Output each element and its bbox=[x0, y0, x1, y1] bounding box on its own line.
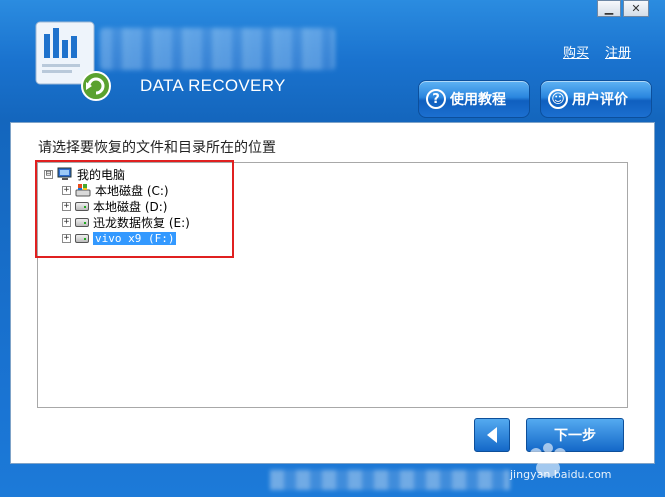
tutorial-button[interactable]: ? 使用教程 bbox=[418, 80, 530, 118]
help-icon: ? bbox=[426, 89, 446, 109]
tree-root-my-computer[interactable]: ⊟ 我的电脑 bbox=[44, 166, 125, 182]
drive-d-label: 本地磁盘 (D:) bbox=[93, 199, 168, 214]
drive-e-label: 迅龙数据恢复 (E:) bbox=[93, 215, 190, 230]
tree-item-drive-c[interactable]: + 本地磁盘 (C:) bbox=[62, 182, 169, 198]
register-link[interactable]: 注册 bbox=[605, 42, 631, 61]
drive-c-label: 本地磁盘 (C:) bbox=[95, 183, 169, 198]
drive-f-label: vivo x9 (F:) bbox=[93, 231, 177, 245]
tree-item-drive-e[interactable]: + 迅龙数据恢复 (E:) bbox=[62, 214, 190, 230]
left-arrow-icon bbox=[487, 427, 497, 443]
tree-item-drive-d[interactable]: + 本地磁盘 (D:) bbox=[62, 198, 167, 214]
app-window: ▁ ✕ DATA RECOVERY 购买 注册 ? 使用教程 ☺ 用户评价 请选… bbox=[0, 0, 665, 497]
review-button[interactable]: ☺ 用户评价 bbox=[540, 80, 652, 118]
close-button[interactable]: ✕ bbox=[623, 0, 649, 17]
minimize-button[interactable]: ▁ bbox=[597, 0, 621, 17]
buy-link[interactable]: 购买 bbox=[563, 42, 589, 61]
collapse-icon[interactable]: ⊟ bbox=[44, 169, 53, 179]
watermark-text: jingyan.baidu.com bbox=[510, 468, 612, 481]
back-button[interactable] bbox=[474, 418, 510, 452]
tutorial-button-label: 使用教程 bbox=[450, 92, 506, 108]
blurred-title-area bbox=[100, 28, 335, 70]
expand-icon[interactable]: + bbox=[62, 217, 71, 227]
review-button-label: 用户评价 bbox=[572, 92, 628, 108]
removable-drive-icon bbox=[75, 233, 89, 243]
drive-icon bbox=[75, 201, 89, 211]
product-name: DATA RECOVERY bbox=[140, 76, 286, 95]
tree-root-label: 我的电脑 bbox=[77, 167, 126, 182]
blurred-footer-area bbox=[270, 470, 510, 490]
user-review-icon: ☺ bbox=[548, 89, 568, 109]
tree-item-drive-f[interactable]: + vivo x9 (F:) bbox=[62, 230, 177, 246]
drive-icon bbox=[75, 217, 89, 227]
system-drive-icon bbox=[75, 184, 91, 197]
computer-icon bbox=[57, 167, 72, 180]
location-prompt: 请选择要恢复的文件和目录所在的位置 bbox=[38, 140, 276, 156]
expand-icon[interactable]: + bbox=[62, 233, 71, 243]
expand-icon[interactable]: + bbox=[62, 201, 71, 211]
expand-icon[interactable]: + bbox=[62, 185, 71, 195]
next-button[interactable]: 下一步 bbox=[526, 418, 624, 452]
